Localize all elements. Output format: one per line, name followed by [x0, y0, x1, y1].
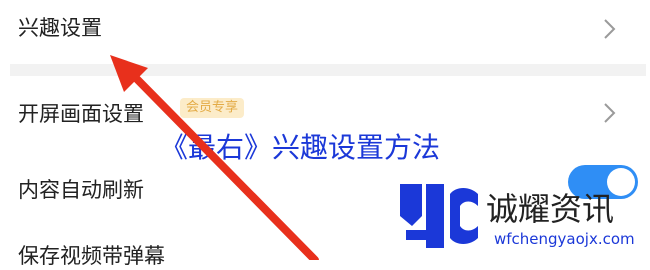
settings-row-interest-label: 兴趣设置	[18, 16, 102, 40]
brand-logo-icon	[400, 184, 478, 248]
overlay-title: 《最右》兴趣设置方法	[160, 131, 441, 164]
settings-row-splash-label: 开屏画面设置	[18, 102, 144, 126]
section-divider	[10, 64, 646, 76]
watermark-name: 诚耀资讯	[486, 190, 615, 228]
settings-row-auto-refresh-label: 内容自动刷新	[18, 178, 144, 202]
watermark-url: wfchengyaojx.com	[494, 230, 635, 248]
vip-badge: 会员专享	[180, 98, 245, 118]
chevron-right-icon	[604, 19, 616, 39]
watermark: 诚耀资讯 wfchengyaojx.com	[398, 178, 646, 256]
settings-row-interest[interactable]: 兴趣设置	[0, 0, 650, 64]
chevron-right-icon	[604, 103, 616, 123]
settings-row-save-video-label: 保存视频带弹幕	[18, 244, 165, 268]
